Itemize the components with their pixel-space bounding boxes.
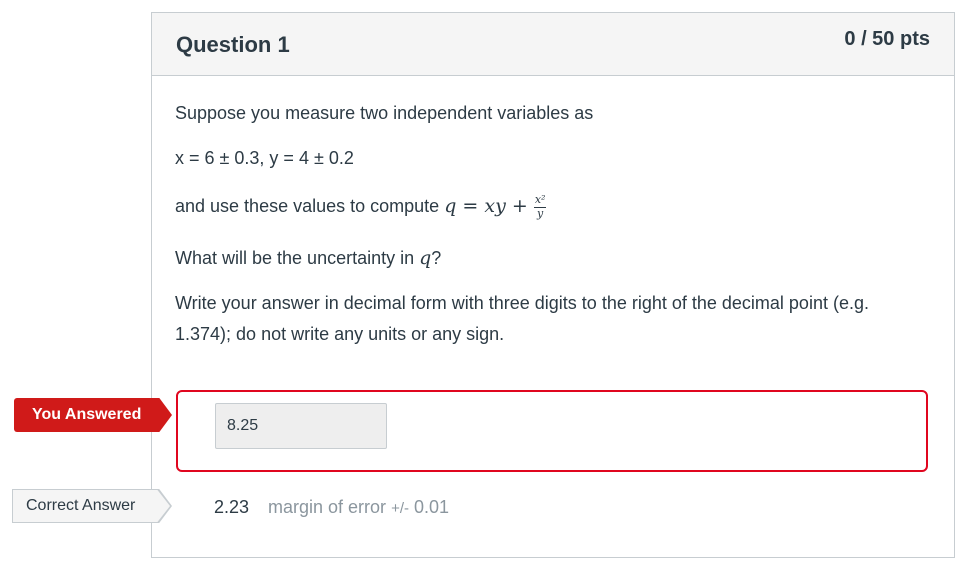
your-answer-field[interactable]: 8.25 — [215, 403, 387, 449]
question-title: Question 1 — [176, 32, 290, 57]
margin-sign: +/- — [391, 500, 409, 517]
question-card: Question 1 0 / 50 pts — [151, 12, 955, 558]
you-answered-tag: You Answered — [14, 398, 172, 432]
question-line-1: Suppose you measure two independent vari… — [175, 103, 594, 123]
question-line-4-suffix: ? — [431, 248, 442, 268]
formula-fraction: x² y — [533, 193, 547, 220]
question-line-3-prefix: and use these values to compute — [175, 196, 445, 216]
formula: q = xy + x² y — [444, 193, 547, 220]
question-line-4-var: q — [419, 247, 432, 269]
margin-of-error: margin of error +/- 0.01 — [268, 497, 449, 518]
correct-answer-value: 2.23 — [214, 497, 250, 517]
question-line-4: What will be the uncertainty in q? — [175, 244, 441, 273]
formula-denominator: y — [537, 206, 544, 220]
question-line-2: x = 6 ± 0.3, y = 4 ± 0.2 — [175, 148, 354, 168]
formula-lhs: q = xy + — [444, 195, 534, 217]
margin-amount: 0.01 — [414, 497, 450, 517]
margin-label: margin of error — [268, 497, 387, 517]
correct-answer-tag: Correct Answer — [12, 489, 172, 523]
question-header: Question 1 0 / 50 pts — [152, 13, 954, 76]
question-points: 0 / 50 pts — [844, 28, 930, 50]
correct-answer-tag-label: Correct Answer — [13, 490, 170, 522]
formula-numerator: x² — [533, 193, 547, 208]
question-line-5: Write your answer in decimal form with t… — [175, 293, 869, 344]
question-line-3: and use these values to compute q = xy +… — [175, 192, 547, 221]
question-line-4-prefix: What will be the uncertainty in — [175, 248, 420, 268]
your-answer-box: 8.25 — [176, 390, 928, 472]
